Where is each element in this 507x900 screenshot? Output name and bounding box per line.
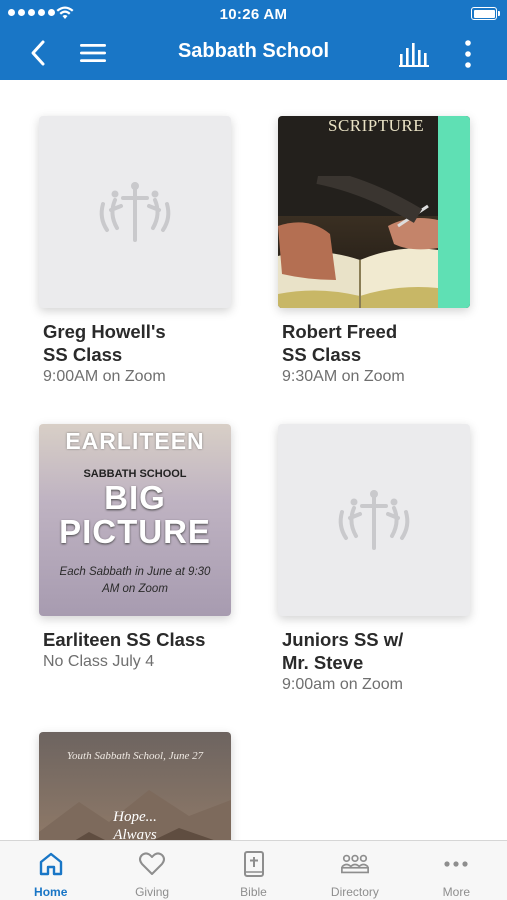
- church-logo-icon: [338, 490, 410, 550]
- home-icon: [39, 852, 62, 876]
- tab-bible[interactable]: Bible: [203, 841, 304, 900]
- image-heading: Youth Sabbath School, June 27: [66, 750, 204, 762]
- heart-icon: [139, 852, 166, 875]
- tab-directory[interactable]: Directory: [304, 841, 405, 900]
- group-thumbnail-placeholder: [39, 116, 231, 308]
- open-bible-illustration: [278, 176, 438, 308]
- status-time: 10:26 AM: [219, 6, 288, 23]
- card-subtitle: No Class July 4: [43, 653, 155, 670]
- group-card-greg-howell[interactable]: Greg Howell's SS Class 9:00AM on Zoom: [39, 116, 239, 388]
- card-title: Juniors SS w/ Mr. Steve: [282, 629, 404, 673]
- tab-more[interactable]: More: [406, 841, 507, 900]
- card-title: Greg Howell's SS Class: [43, 321, 166, 365]
- bible-icon: [243, 851, 264, 877]
- image-heading: EARLITEEN: [65, 428, 205, 454]
- image-caption: SCRIPTURE: [328, 116, 425, 135]
- card-title: Earliteen SS Class: [43, 629, 206, 650]
- tab-label: Directory: [330, 885, 379, 899]
- group-card-earliteen[interactable]: EARLITEEN SABBATH SCHOOL BIG PICTURE Eac…: [39, 424, 239, 673]
- more-icon: [444, 861, 468, 867]
- image-title: Hope... Always: [113, 809, 157, 843]
- audio-levels-icon[interactable]: [398, 40, 432, 68]
- accent-stripe: [438, 116, 470, 308]
- status-bar: 10:26 AM: [0, 0, 507, 28]
- more-options-icon[interactable]: [458, 38, 478, 70]
- card-title: Robert Freed SS Class: [282, 321, 398, 365]
- tab-label: Giving: [135, 885, 170, 899]
- card-subtitle: 9:00AM on Zoom: [43, 368, 166, 385]
- image-big-title: BIG PICTURE: [59, 479, 211, 550]
- card-subtitle: 9:30AM on Zoom: [282, 368, 405, 385]
- group-card-robert-freed[interactable]: SCRIPTURE Robert Freed SS Class 9:30AM o…: [278, 116, 478, 388]
- tab-giving[interactable]: Giving: [101, 841, 202, 900]
- tab-label: Home: [34, 885, 68, 899]
- image-schedule: Each Sabbath in June at 9:30 AM on Zoom: [59, 566, 211, 595]
- group-thumbnail-placeholder: [278, 424, 470, 616]
- earliteen-image: EARLITEEN SABBATH SCHOOL BIG PICTURE Eac…: [39, 424, 231, 616]
- tab-label: More: [442, 885, 470, 899]
- tab-home[interactable]: Home: [0, 841, 101, 900]
- group-card-juniors[interactable]: Juniors SS w/ Mr. Steve 9:00am on Zoom: [278, 424, 478, 696]
- tab-label: Bible: [240, 885, 267, 899]
- church-logo-icon: [99, 182, 171, 242]
- scripture-image: SCRIPTURE: [278, 116, 470, 308]
- directory-icon: [340, 854, 369, 874]
- battery-icon: [471, 7, 500, 20]
- top-bar: 10:26 AM Sabbath School: [0, 0, 507, 80]
- card-subtitle: 9:00am on Zoom: [282, 676, 403, 693]
- tab-bar: Home Giving Bible Directory More: [0, 840, 507, 900]
- nav-bar: Sabbath School: [0, 28, 507, 80]
